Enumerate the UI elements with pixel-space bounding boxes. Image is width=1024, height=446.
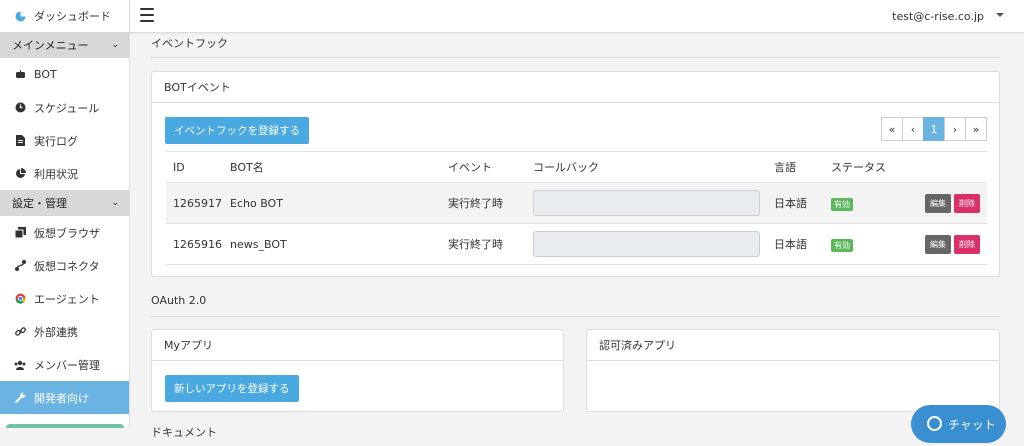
section-title-oauth: OAuth 2.0 [151,291,1000,317]
chat-search-icon [927,415,942,431]
register-event-hook-button[interactable]: イベントフックを登録する [165,117,309,144]
sidebar-item-developers[interactable]: 開発者向け [0,381,129,414]
sidebar-item-execution-log[interactable]: 実行ログ [0,124,129,157]
cell-id: 1265917 [166,182,230,224]
column-header-bot-name: BOT名 [230,151,448,183]
sidebar-item-label: 開発者向け [34,391,89,405]
panel-title: Myアプリ [152,330,563,361]
cell-status: 有効 [831,223,912,265]
pagination-last-button[interactable]: » [965,117,987,141]
section-title-event-hook: イベントフック [151,32,1000,58]
sidebar-item-virtual-connector[interactable]: 仮想コネクタ [0,249,129,282]
sidebar-header-settings[interactable]: 設定・管理 ⌄ [0,190,129,216]
sidebar-header-main-menu[interactable]: メインメニュー ⌄ [0,32,129,58]
delete-button[interactable]: 削除 [954,193,980,213]
table-row: 1265916 news_BOT 実行終了時 日本語 有効 編集 削除 [166,223,987,265]
main-content: イベントフック BOTイベント イベントフックを登録する « ‹ 1 › » I… [151,32,1000,446]
panel-authorized-apps: 認可済みアプリ [586,329,1000,412]
section-title-documents: ドキュメント [151,426,217,439]
delete-button[interactable]: 削除 [954,234,980,254]
chat-button[interactable]: チャット [911,405,1006,443]
edit-button[interactable]: 編集 [925,193,951,213]
sidebar-item-label: ダッシュボード [34,10,111,23]
cell-actions: 編集 削除 [912,182,987,224]
panel-bot-events: BOTイベント イベントフックを登録する « ‹ 1 › » ID BOT名 イ… [151,71,1000,277]
cell-language: 日本語 [774,182,831,224]
sidebar-item-label: メンバー管理 [34,358,100,372]
panel-title: BOTイベント [152,72,999,103]
sidebar-footer-button[interactable] [6,424,124,428]
users-icon [14,359,26,371]
clone-icon [14,227,26,239]
sidebar-item-label: 実行ログ [34,134,78,148]
sidebar-item-label: エージェント [34,292,100,306]
sidebar-item-label: BOT [34,68,57,81]
edit-button[interactable]: 編集 [925,234,951,254]
caret-down-icon[interactable] [996,13,1004,17]
cell-callback [533,182,774,224]
callback-url-field[interactable] [533,190,760,216]
column-header-id: ID [166,151,230,183]
cell-actions: 編集 削除 [912,223,987,265]
hamburger-menu-icon[interactable] [140,8,154,22]
sidebar-item-label: 利用状況 [34,167,78,181]
sidebar-header-label: メインメニュー [12,39,89,52]
link-icon [14,326,26,338]
pagination: « ‹ 1 › » [881,117,987,141]
chevron-down-icon: ⌄ [111,198,119,208]
pagination-next-button[interactable]: › [944,117,966,141]
cell-id: 1265916 [166,223,230,265]
table-row: 1265917 Echo BOT 実行終了時 日本語 有効 編集 削除 [166,182,987,224]
robot-icon [14,69,26,81]
chevron-down-icon: ⌄ [111,40,119,50]
chrome-icon [14,293,26,305]
sidebar-item-member-management[interactable]: メンバー管理 [0,348,129,381]
cell-event: 実行終了時 [448,223,533,265]
topbar: test@c-rise.co.jp [130,0,1024,33]
pagination-prev-button[interactable]: ‹ [902,117,924,141]
document-icon [14,135,26,147]
sidebar-item-label: 仮想コネクタ [34,259,100,273]
sidebar-item-label: スケジュール [34,101,100,115]
dashboard-icon [14,10,26,22]
cell-event: 実行終了時 [448,182,533,224]
sidebar-item-virtual-browser[interactable]: 仮想ブラウザ [0,216,129,249]
panel-title: 認可済みアプリ [587,330,999,361]
wrench-icon [14,392,26,404]
column-header-status: ステータス [831,151,912,183]
column-header-language: 言語 [774,151,831,183]
column-header-event: イベント [448,151,533,183]
pagination-first-button[interactable]: « [881,117,903,141]
cell-bot-name: news_BOT [230,223,448,265]
clock-icon [14,102,26,114]
user-email[interactable]: test@c-rise.co.jp [892,10,984,23]
column-header-callback: コールバック [533,151,774,183]
pagination-page-button[interactable]: 1 [923,117,945,141]
sidebar-item-external-integration[interactable]: 外部連携 [0,315,129,348]
cell-language: 日本語 [774,223,831,265]
event-table: ID BOT名 イベント コールバック 言語 ステータス 1265917 Ech… [166,151,987,265]
column-header-actions [912,151,987,183]
cell-callback [533,223,774,265]
sidebar: ダッシュボード メインメニュー ⌄ BOT スケジュール 実行ログ 利用状況 設… [0,0,130,428]
cell-status: 有効 [831,182,912,224]
status-badge: 有効 [831,238,853,252]
sidebar-item-bot[interactable]: BOT [0,58,129,91]
connector-icon [14,260,26,272]
sidebar-item-dashboard[interactable]: ダッシュボード [0,0,129,32]
sidebar-item-label: 外部連携 [34,325,78,339]
callback-url-field[interactable] [533,231,760,257]
pie-chart-icon [14,168,26,180]
sidebar-item-agent[interactable]: エージェント [0,282,129,315]
cell-bot-name: Echo BOT [230,182,448,224]
sidebar-item-usage[interactable]: 利用状況 [0,157,129,190]
register-new-app-button[interactable]: 新しいアプリを登録する [165,375,299,402]
panel-my-apps: Myアプリ 新しいアプリを登録する [151,329,564,412]
sidebar-item-schedule[interactable]: スケジュール [0,91,129,124]
sidebar-item-label: 仮想ブラウザ [34,226,100,240]
sidebar-header-label: 設定・管理 [12,197,67,210]
chat-label: チャット [948,417,996,432]
status-badge: 有効 [831,197,853,211]
